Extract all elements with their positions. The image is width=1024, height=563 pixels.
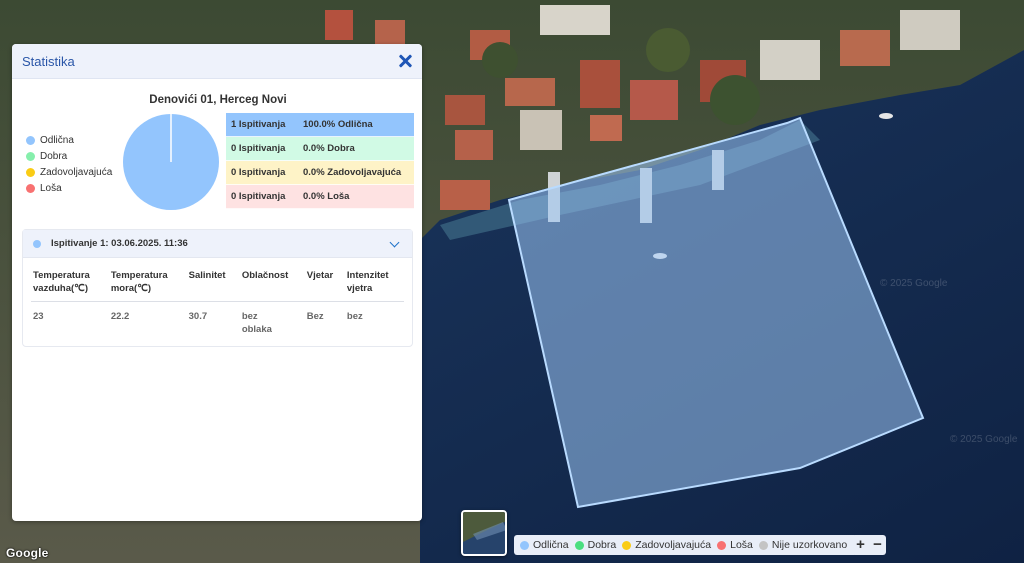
column-header-text: Intenzitet — [346, 270, 389, 281]
zoom-controls: + − — [852, 535, 886, 555]
legend-dot — [26, 151, 35, 161]
map-watermark: © 2025 Google — [880, 278, 948, 289]
map-legend-label: Loša — [730, 539, 753, 551]
map-legend-label: Zadovoljavajuća — [635, 539, 712, 551]
map-legend-dot — [717, 540, 727, 550]
map-legend-item: Odlična — [520, 539, 569, 551]
table-cell-text: bez — [346, 311, 363, 322]
map-legend-item: Nije uzorkovano — [758, 539, 848, 551]
table-cell: bez oblaka — [240, 302, 305, 341]
legend-dot — [26, 135, 35, 145]
column-header-text: Oblačnost — [241, 270, 289, 281]
map-layer-toggle[interactable] — [461, 510, 507, 556]
stats-table: 1 Ispitivanja 100.0% Odlična 0 Ispitivanj… — [226, 113, 414, 209]
map-legend-dot — [574, 540, 584, 550]
table-header-row: Temperatura vazduha(℃) Temperatura mora(℃) S… — [31, 263, 404, 302]
table-cell-text: 22.2 — [110, 311, 130, 322]
column-header-text: vjetra — [346, 283, 373, 294]
legend-dot — [26, 183, 35, 193]
column-header-text: vazduha(℃) — [33, 283, 89, 294]
panel-title: Statistika — [22, 53, 75, 69]
stat-row: 1 Ispitivanja 100.0% Odlična — [226, 113, 414, 137]
measurement-title: Ispitivanje 1: 03.06.2025. 11:36 — [51, 238, 188, 249]
table-cell: Bez — [305, 302, 345, 341]
table-cell: bez — [345, 302, 404, 341]
column-header-text: Temperatura — [33, 270, 90, 281]
column-header-text: mora(℃) — [110, 283, 152, 294]
table-cell-text: Bez — [306, 311, 324, 322]
table-cell-text: oblaka — [241, 324, 272, 335]
legend-item: Zadovoljavajuća — [26, 164, 112, 180]
column-header: Intenzitet vjetra — [344, 263, 404, 302]
measurement-table: Temperatura vazduha(℃) Temperatura mora(℃) S… — [31, 263, 404, 340]
column-header: Temperatura mora(℃) — [108, 263, 187, 302]
legend-item: Loša — [26, 180, 112, 196]
measurement-body: Temperatura vazduha(℃) Temperatura mora(℃) S… — [23, 258, 412, 346]
column-header: Oblačnost — [239, 263, 305, 302]
column-header-text: Vjetar — [306, 270, 334, 281]
measurement-accordion-header[interactable]: Ispitivanje 1: 03.06.2025. 11:36 — [23, 230, 412, 258]
map-legend-dot — [758, 540, 768, 550]
column-header: Vjetar — [304, 263, 345, 302]
stat-row: 0 Ispitivanja 0.0% Dobra — [226, 137, 414, 161]
legend-dot — [26, 167, 35, 177]
measurement-accordion: Ispitivanje 1: 03.06.2025. 11:36 Tempera… — [22, 229, 413, 347]
zoom-out-button[interactable]: − — [873, 535, 882, 555]
table-cell-text: 30.7 — [188, 311, 208, 322]
legend-item: Odlična — [26, 132, 112, 148]
column-header: Temperatura vazduha(℃) — [31, 263, 109, 302]
statistics-panel: Statistika Denovići 01, Herceg Novi Odli… — [12, 44, 422, 521]
map-legend-label: Dobra — [587, 539, 617, 551]
close-icon[interactable] — [398, 54, 412, 68]
location-title: Denovići 01, Herceg Novi — [149, 94, 287, 106]
map-thumbnail-icon — [463, 512, 505, 554]
panel-header: Statistika — [12, 44, 422, 79]
pie-legend: Odlična Dobra Zadovoljavajuća Loša — [26, 132, 112, 196]
map-watermark: © 2025 Google — [950, 434, 1018, 445]
map-legend: Odlična Dobra Zadovoljavajuća Loša Nije uzor… — [514, 535, 858, 555]
map-legend-label: Nije uzorkovano — [771, 539, 848, 551]
column-header-text: Temperatura — [110, 270, 168, 281]
map-legend-item: Dobra — [574, 539, 617, 551]
zoom-in-button[interactable]: + — [856, 535, 865, 555]
table-cell-text: bez — [241, 311, 258, 322]
map-legend-label: Odlična — [533, 539, 569, 551]
google-logo: Google — [6, 546, 49, 560]
map-legend-dot — [622, 540, 632, 550]
chevron-down-icon[interactable] — [389, 237, 400, 247]
stat-row: 0 Ispitivanja 0.0% Zadovoljavajuća — [226, 161, 414, 185]
quality-pie-chart — [123, 114, 219, 210]
table-cell: 22.2 — [109, 302, 187, 341]
table-cell: 23 — [31, 302, 109, 341]
table-cell-text: 23 — [33, 311, 44, 322]
table-row: 23 22.2 30.7 bez oblaka Bez bez — [31, 302, 404, 341]
map-legend-item: Loša — [717, 539, 753, 551]
column-header: Salinitet — [186, 263, 240, 302]
column-header-text: Salinitet — [188, 270, 226, 281]
stat-row: 0 Ispitivanja 0.0% Loša — [226, 185, 414, 209]
map-legend-item: Zadovoljavajuća — [622, 539, 711, 551]
map-legend-dot — [520, 540, 529, 550]
legend-item: Dobra — [26, 148, 112, 164]
status-dot — [33, 239, 41, 248]
table-cell: 30.7 — [187, 302, 240, 341]
